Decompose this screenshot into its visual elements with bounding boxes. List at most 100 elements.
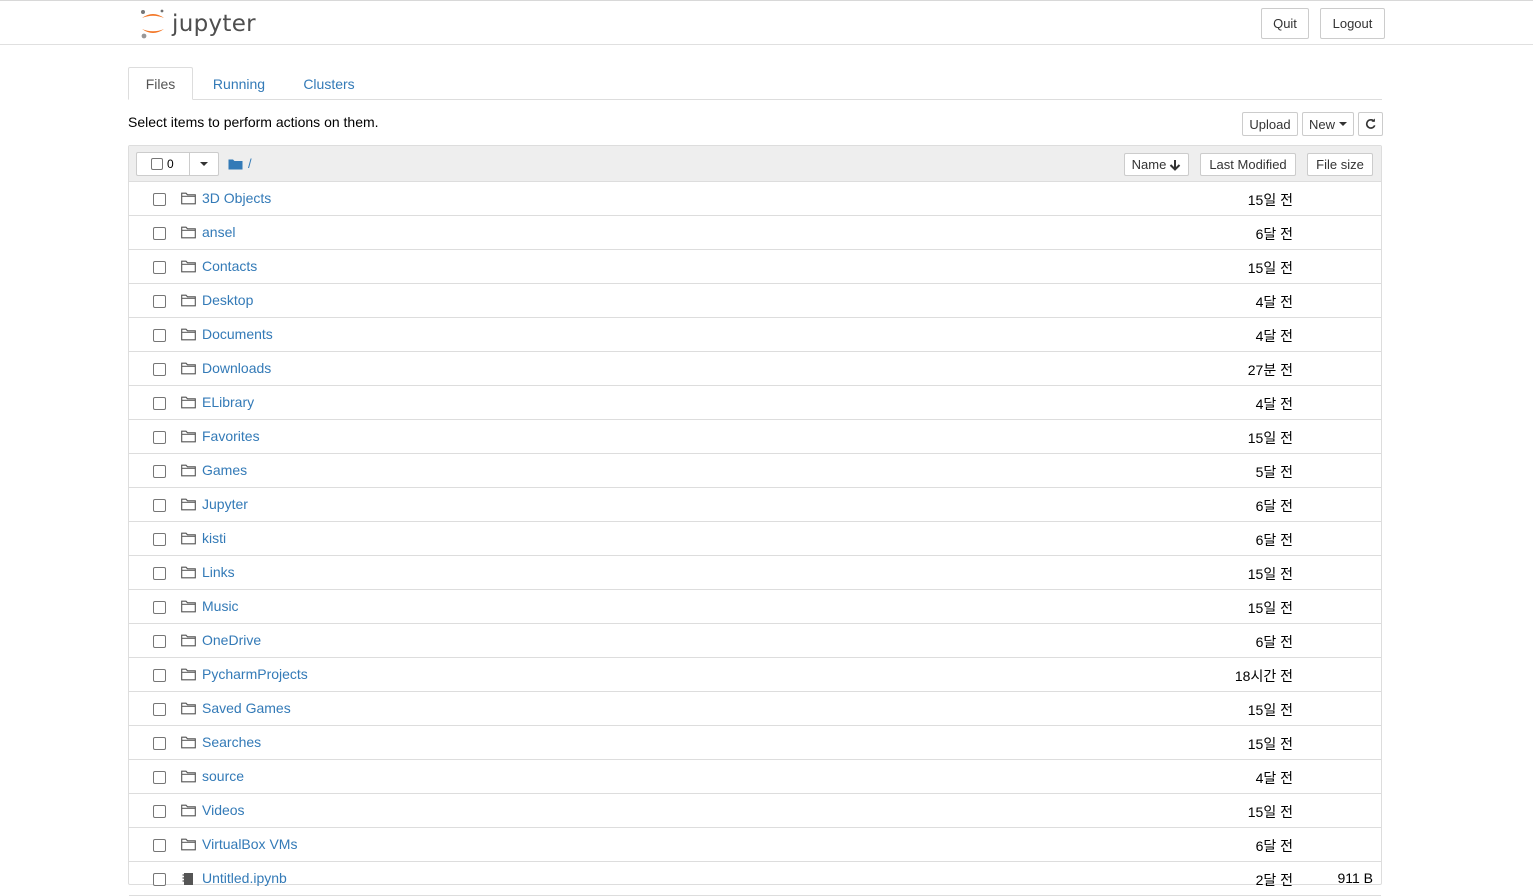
file-row[interactable]: Untitled.ipynb 2달 전 911 B (129, 862, 1381, 896)
file-row[interactable]: Saved Games 15일 전 (129, 692, 1381, 726)
file-row[interactable]: Music 15일 전 (129, 590, 1381, 624)
file-name-link[interactable]: Music (202, 598, 239, 614)
last-modified: 15일 전 (1247, 260, 1293, 276)
folder-icon (181, 566, 196, 582)
row-checkbox[interactable] (153, 431, 166, 444)
last-modified: 15일 전 (1247, 430, 1293, 446)
file-row[interactable]: Desktop 4달 전 (129, 284, 1381, 318)
last-modified: 18시간 전 (1234, 668, 1293, 684)
row-checkbox[interactable] (153, 601, 166, 614)
file-name-link[interactable]: Untitled.ipynb (202, 870, 287, 886)
sort-by-name-button[interactable]: Name (1124, 153, 1189, 176)
tab-files[interactable]: Files (128, 67, 193, 100)
file-row[interactable]: Searches 15일 전 (129, 726, 1381, 760)
folder-icon (181, 362, 196, 378)
chevron-down-icon (200, 162, 209, 166)
file-name-link[interactable]: PycharmProjects (202, 666, 308, 682)
select-all-checkbox-wrap[interactable]: 0 (137, 153, 191, 175)
file-row[interactable]: kisti 6달 전 (129, 522, 1381, 556)
file-row[interactable]: 3D Objects 15일 전 (129, 182, 1381, 216)
folder-icon (181, 600, 196, 616)
file-row[interactable]: source 4달 전 (129, 760, 1381, 794)
row-checkbox[interactable] (153, 465, 166, 478)
file-row[interactable]: VirtualBox VMs 6달 전 (129, 828, 1381, 862)
row-checkbox[interactable] (153, 737, 166, 750)
upload-button[interactable]: Upload (1242, 112, 1298, 136)
breadcrumb-root[interactable]: / (248, 156, 252, 171)
last-modified: 15일 전 (1247, 600, 1293, 616)
file-row[interactable]: Contacts 15일 전 (129, 250, 1381, 284)
file-name-link[interactable]: 3D Objects (202, 190, 271, 206)
file-name-link[interactable]: Documents (202, 326, 273, 342)
file-name-link[interactable]: kisti (202, 530, 226, 546)
folder-icon (181, 260, 196, 276)
file-row[interactable]: ansel 6달 전 (129, 216, 1381, 250)
row-checkbox[interactable] (153, 397, 166, 410)
file-name-link[interactable]: Games (202, 462, 247, 478)
row-checkbox[interactable] (153, 499, 166, 512)
file-row[interactable]: ELibrary 4달 전 (129, 386, 1381, 420)
last-modified: 15일 전 (1247, 702, 1293, 718)
last-modified: 15일 전 (1247, 736, 1293, 752)
file-name-link[interactable]: Links (202, 564, 235, 580)
new-dropdown-button[interactable]: New (1302, 112, 1354, 136)
row-checkbox[interactable] (153, 227, 166, 240)
file-name-link[interactable]: Searches (202, 734, 261, 750)
refresh-button[interactable] (1358, 112, 1383, 136)
file-row[interactable]: Jupyter 6달 전 (129, 488, 1381, 522)
tab-clusters[interactable]: Clusters (294, 67, 364, 100)
row-checkbox[interactable] (153, 363, 166, 376)
file-name-link[interactable]: source (202, 768, 244, 784)
file-row[interactable]: Videos 15일 전 (129, 794, 1381, 828)
folder-icon (181, 532, 196, 548)
row-checkbox[interactable] (153, 771, 166, 784)
row-checkbox[interactable] (153, 533, 166, 546)
row-checkbox[interactable] (153, 567, 166, 580)
row-checkbox[interactable] (153, 839, 166, 852)
select-all-checkbox[interactable] (151, 158, 163, 170)
row-checkbox[interactable] (153, 193, 166, 206)
folder-icon (181, 498, 196, 514)
file-name-link[interactable]: ELibrary (202, 394, 254, 410)
file-name-link[interactable]: ansel (202, 224, 235, 240)
file-row[interactable]: OneDrive 6달 전 (129, 624, 1381, 658)
last-modified: 4달 전 (1255, 396, 1293, 412)
header-bar: jupyter Quit Logout (0, 0, 1533, 45)
folder-icon[interactable] (228, 158, 243, 170)
file-name-link[interactable]: Jupyter (202, 496, 248, 512)
file-row[interactable]: Favorites 15일 전 (129, 420, 1381, 454)
file-row[interactable]: Links 15일 전 (129, 556, 1381, 590)
logout-button[interactable]: Logout (1320, 8, 1385, 39)
sort-by-size-button[interactable]: File size (1307, 153, 1373, 176)
row-checkbox[interactable] (153, 703, 166, 716)
sort-by-modified-button[interactable]: Last Modified (1200, 153, 1296, 176)
file-name-link[interactable]: Saved Games (202, 700, 291, 716)
file-row[interactable]: Games 5달 전 (129, 454, 1381, 488)
file-name-link[interactable]: OneDrive (202, 632, 261, 648)
row-checkbox[interactable] (153, 329, 166, 342)
file-row[interactable]: Documents 4달 전 (129, 318, 1381, 352)
select-menu-dropdown[interactable] (190, 153, 218, 175)
jupyter-logo[interactable]: jupyter (140, 7, 256, 41)
new-button-label: New (1309, 116, 1336, 132)
file-row[interactable]: PycharmProjects 18시간 전 (129, 658, 1381, 692)
file-row[interactable]: Downloads 27분 전 (129, 352, 1381, 386)
file-name-link[interactable]: VirtualBox VMs (202, 836, 297, 852)
row-checkbox[interactable] (153, 669, 166, 682)
file-name-link[interactable]: Videos (202, 802, 245, 818)
file-name-link[interactable]: Desktop (202, 292, 253, 308)
row-checkbox[interactable] (153, 295, 166, 308)
row-checkbox[interactable] (153, 635, 166, 648)
quit-button[interactable]: Quit (1261, 8, 1309, 39)
row-checkbox[interactable] (153, 261, 166, 274)
folder-icon (181, 702, 196, 718)
row-checkbox[interactable] (153, 805, 166, 818)
file-name-link[interactable]: Downloads (202, 360, 271, 376)
file-list: 0 / Name Last Modified File size 3D Obje… (128, 145, 1382, 896)
select-all-control: 0 (136, 152, 219, 176)
row-checkbox[interactable] (153, 873, 166, 886)
file-name-link[interactable]: Favorites (202, 428, 260, 444)
file-name-link[interactable]: Contacts (202, 258, 257, 274)
folder-icon (181, 770, 196, 786)
tab-running[interactable]: Running (203, 67, 275, 100)
